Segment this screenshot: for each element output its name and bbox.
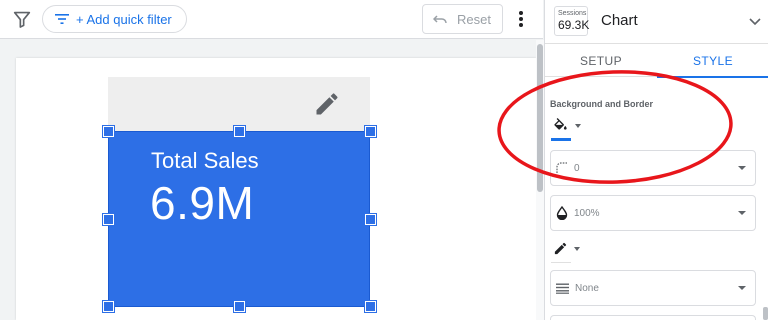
add-quick-filter-button[interactable]: + Add quick filter bbox=[42, 5, 187, 33]
caret-down-icon bbox=[574, 246, 580, 251]
scorecard-label: Total Sales bbox=[151, 148, 259, 173]
report-toolbar: + Add quick filter Reset bbox=[0, 0, 543, 39]
quick-filter-label: + Add quick filter bbox=[76, 11, 172, 27]
resize-handle-left[interactable] bbox=[103, 214, 114, 225]
tab-style[interactable]: STYLE bbox=[657, 44, 768, 78]
chart-type-chip[interactable]: Sessions 69.3K bbox=[554, 6, 590, 36]
rounded-corner-icon bbox=[556, 162, 567, 173]
border-color-button[interactable] bbox=[553, 241, 580, 256]
reset-button[interactable]: Reset bbox=[422, 4, 503, 34]
resize-handle-top-right[interactable] bbox=[365, 126, 376, 137]
panel-scrollbar-thumb[interactable] bbox=[763, 307, 768, 320]
scorecard-value: 6.9M bbox=[150, 177, 255, 229]
chevron-down-icon[interactable] bbox=[747, 13, 763, 29]
line-style-icon bbox=[556, 283, 569, 294]
panel-tabs: SETUP STYLE bbox=[545, 44, 768, 78]
chip-value: 69.3K bbox=[558, 18, 590, 32]
resize-handle-bottom-left[interactable] bbox=[103, 301, 114, 312]
panel-title: Chart bbox=[601, 12, 638, 29]
border-style-value: None bbox=[575, 282, 599, 294]
corner-radius-select[interactable]: 0 bbox=[550, 150, 756, 186]
paint-bucket-icon bbox=[554, 118, 567, 130]
chip-label: Sessions bbox=[558, 10, 587, 17]
border-style-select[interactable]: None bbox=[550, 270, 756, 306]
resize-handle-top[interactable] bbox=[234, 126, 245, 137]
filter-icon[interactable] bbox=[11, 8, 33, 30]
resize-handle-bottom[interactable] bbox=[234, 301, 245, 312]
corner-radius-value: 0 bbox=[574, 162, 580, 174]
section-title-background-border: Background and Border bbox=[550, 99, 654, 109]
next-style-field[interactable] bbox=[550, 315, 756, 320]
panel-scrollbar[interactable] bbox=[762, 77, 768, 320]
caret-down-icon bbox=[738, 211, 746, 215]
undo-icon bbox=[433, 15, 447, 24]
filter-list-icon bbox=[55, 14, 69, 24]
canvas-scrollbar-thumb[interactable] bbox=[537, 44, 543, 192]
caret-down-icon bbox=[738, 286, 746, 290]
pencil-icon bbox=[554, 242, 567, 255]
edit-pencil-icon[interactable] bbox=[313, 90, 341, 118]
more-vert-icon[interactable] bbox=[512, 7, 530, 31]
resize-handle-bottom-right[interactable] bbox=[365, 301, 376, 312]
tab-setup[interactable]: SETUP bbox=[545, 44, 657, 77]
resize-handle-right[interactable] bbox=[365, 214, 376, 225]
canvas-scrollbar[interactable] bbox=[536, 40, 544, 320]
properties-panel: Sessions 69.3K Chart SETUP STYLE Backgro… bbox=[544, 0, 768, 320]
opacity-select[interactable]: 100% bbox=[550, 195, 756, 231]
caret-down-icon bbox=[575, 123, 581, 128]
border-color-swatch bbox=[551, 260, 571, 263]
opacity-icon bbox=[556, 206, 568, 220]
opacity-value: 100% bbox=[574, 207, 600, 219]
background-color-button[interactable] bbox=[552, 118, 581, 133]
background-color-swatch bbox=[551, 138, 571, 141]
reset-label: Reset bbox=[457, 11, 491, 27]
resize-handle-top-left[interactable] bbox=[103, 126, 114, 137]
caret-down-icon bbox=[738, 166, 746, 170]
panel-header: Sessions 69.3K Chart bbox=[545, 0, 768, 44]
